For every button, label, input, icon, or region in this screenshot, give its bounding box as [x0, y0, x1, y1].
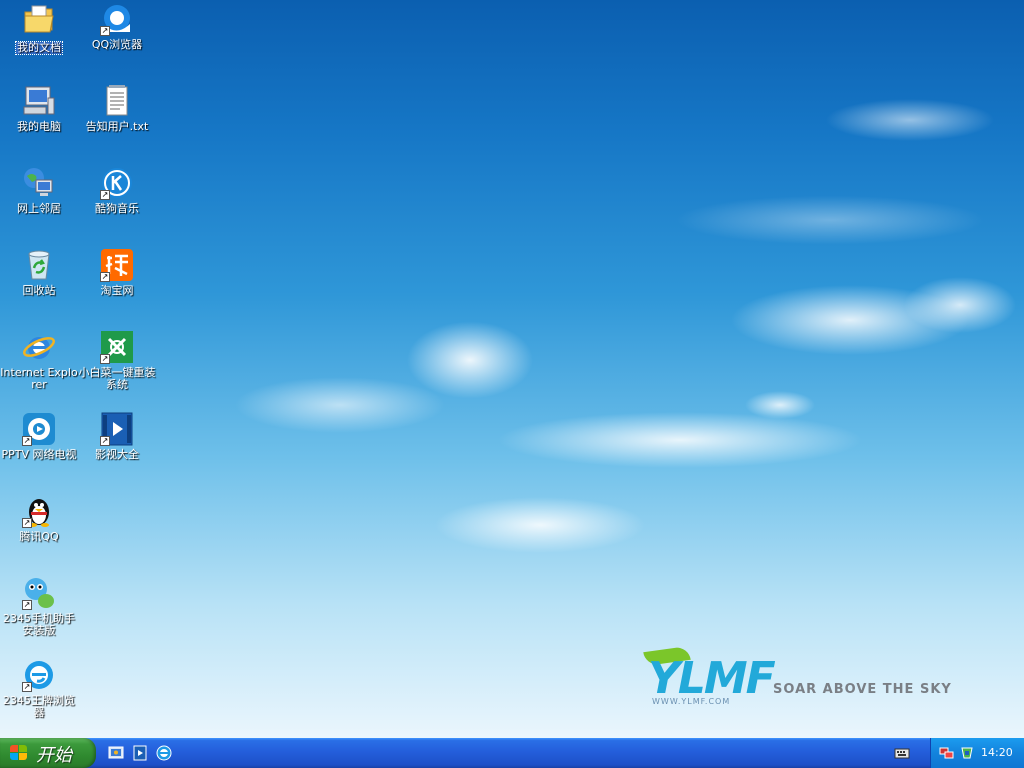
shortcut-arrow-icon: ↗ [22, 436, 32, 446]
2345-browser-icon: ↗ [22, 658, 56, 692]
shortcut-arrow-icon: ↗ [100, 190, 110, 200]
shortcut-arrow-icon: ↗ [100, 354, 110, 364]
desktop-icon-taobao[interactable]: ↗ 淘宝网 [78, 248, 156, 297]
qq-penguin-icon: ↗ [22, 494, 56, 528]
desktop[interactable]: 我的文档 我的电脑 网上邻居 回收站 Internet Explorer ↗ P… [0, 0, 1024, 738]
desktop-icon-video-encyclopedia[interactable]: ↗ 影视大全 [78, 412, 156, 461]
reinstall-system-icon: ↗ [100, 330, 134, 364]
shortcut-arrow-icon: ↗ [22, 600, 32, 610]
start-label: 开始 [36, 745, 72, 766]
wallpaper-logo: YLMF SOAR ABOVE THE SKY WWW.YLMF.COM [630, 645, 1010, 715]
phone-assistant-icon: ↗ [22, 576, 56, 610]
logo-slogan: SOAR ABOVE THE SKY [773, 682, 952, 697]
desktop-icon-recycle-bin[interactable]: 回收站 [0, 248, 78, 297]
shortcut-arrow-icon: ↗ [100, 272, 110, 282]
logo-url: WWW.YLMF.COM [652, 697, 731, 706]
shortcut-arrow-icon: ↗ [22, 518, 32, 528]
video-player-icon: ↗ [100, 412, 134, 446]
pptv-icon: ↗ [22, 412, 56, 446]
desktop-icon-pptv[interactable]: ↗ PPTV 网络电视 [0, 412, 78, 461]
desktop-icon-kugou-music[interactable]: ↗ 酷狗音乐 [78, 166, 156, 215]
clock[interactable]: 14:20 [981, 746, 1013, 759]
kugou-music-icon: ↗ [100, 166, 134, 200]
browser-icon[interactable] [156, 745, 172, 761]
shortcut-arrow-icon: ↗ [22, 682, 32, 692]
windows-logo-icon [10, 745, 28, 761]
desktop-icon-tencent-qq[interactable]: ↗ 腾讯QQ [0, 494, 78, 543]
my-computer-icon [22, 84, 56, 118]
system-tray: 14:20 [930, 738, 1024, 768]
folder-documents-icon [22, 2, 56, 36]
network-icon[interactable] [939, 745, 955, 761]
taobao-icon: ↗ [100, 248, 134, 282]
show-desktop-icon[interactable] [108, 745, 124, 761]
network-places-icon [22, 166, 56, 200]
shortcut-arrow-icon: ↗ [100, 26, 110, 36]
desktop-icon-notice-txt[interactable]: 告知用户.txt [78, 84, 156, 133]
desktop-icon-2345-phone-assistant[interactable]: ↗ 2345手机助手安装版 [0, 576, 78, 637]
keyboard-icon[interactable] [894, 745, 910, 761]
desktop-icon-my-computer[interactable]: 我的电脑 [0, 84, 78, 133]
shortcut-arrow-icon: ↗ [100, 436, 110, 446]
desktop-icon-2345-browser[interactable]: ↗ 2345王牌浏览器 [0, 658, 78, 719]
desktop-icon-reinstall-system[interactable]: ↗ 小白菜一键重装系统 [78, 330, 156, 391]
desktop-icon-my-documents[interactable]: 我的文档 [0, 2, 78, 55]
desktop-icon-internet-explorer[interactable]: Internet Explorer [0, 330, 78, 391]
qq-browser-icon: ↗ [100, 2, 134, 36]
security-icon[interactable] [959, 745, 975, 761]
text-file-icon [100, 84, 134, 118]
desktop-icon-network-places[interactable]: 网上邻居 [0, 166, 78, 215]
internet-explorer-icon [22, 330, 56, 364]
recycle-bin-icon [22, 248, 56, 282]
taskbar: 开始 14:20 [0, 738, 1024, 768]
desktop-icon-qq-browser[interactable]: ↗ QQ浏览器 [78, 2, 156, 51]
start-button[interactable]: 开始 [0, 738, 96, 768]
media-player-icon[interactable] [132, 745, 148, 761]
